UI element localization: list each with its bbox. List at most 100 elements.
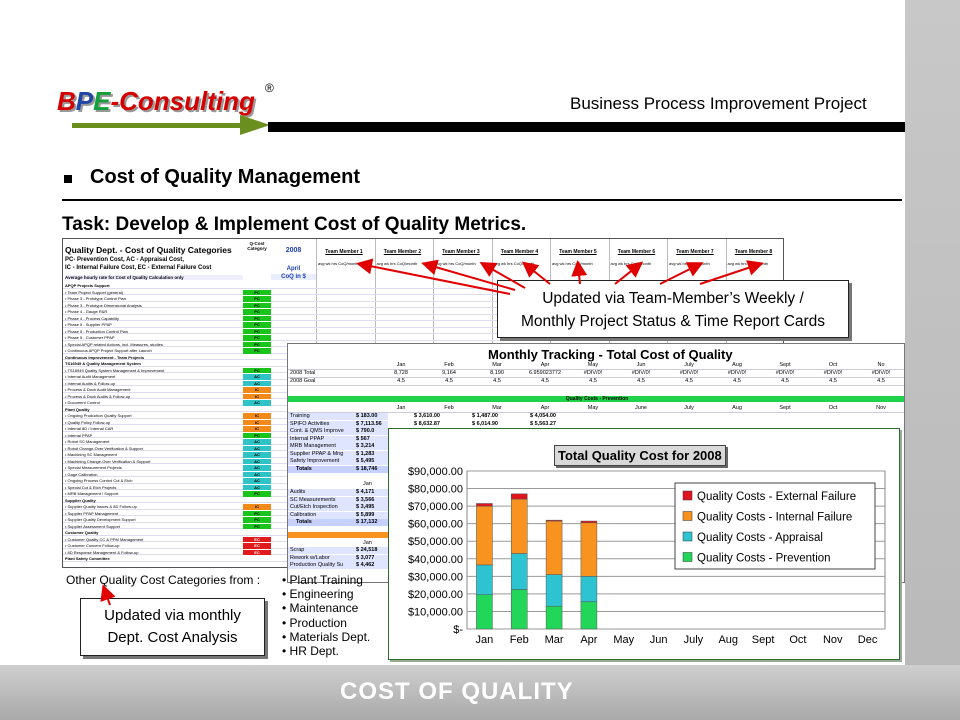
x-tick-label: Jun (650, 634, 668, 646)
sheet-row-label: Continuous Improvement - Team Projects (65, 354, 145, 360)
prevention-value: $ 7,113.56 (356, 420, 382, 427)
team-update-callout: Updated via Team-Member’s Weekly / Month… (497, 280, 849, 338)
x-tick-label: Dec (858, 634, 878, 646)
sheet-row-label: • Special APQP related Actions, incl. Me… (65, 341, 163, 347)
row-cell: 4.5 (781, 378, 789, 384)
prevention-months-row: Jan Feb Mar Apr May June July Aug Sept Oct Nov (288, 405, 904, 413)
sheet-row-label: • Phase 5 - Production Control Plan (65, 328, 128, 334)
dept-update-callout: Updated via monthly Dept. Cost Analysis (80, 598, 265, 656)
team-member-subheader: avg wk hrs CoQ/month (376, 261, 418, 266)
bullet-icon (64, 175, 72, 183)
sheet-rate-line: Average hourly rate for Cost of Quality … (65, 275, 243, 280)
team-member-header: Team Member 1 (325, 249, 363, 255)
bar-segment (580, 576, 598, 603)
row-label: 2008 Total (290, 370, 316, 376)
internal-value: $ 24,518 (356, 547, 378, 553)
quality-cost-chart: Total Quality Cost for 2008 $- $10,000.00… (388, 428, 900, 660)
row-cell: 4.5 (589, 378, 597, 384)
category-cell: EC (243, 549, 271, 556)
sheet-row-label: • Gage Calibration (65, 471, 98, 477)
category-cell: PC (243, 348, 271, 354)
team-member-header: Team Member 6 (617, 249, 656, 255)
team-member-header: Team Member 3 (442, 249, 480, 255)
sheet-row-label: • Quality Policy Follow-up (65, 419, 111, 425)
other-categories-list: • Plant Training • Engineering • Maintenan… (282, 573, 370, 658)
category-cell: PC (243, 523, 271, 530)
bar-segment (511, 498, 528, 554)
y-tick-label: $60,000.00 (408, 519, 463, 531)
category-cell: IC (243, 426, 271, 432)
x-tick-label: Apr (580, 634, 597, 646)
bar-segment (511, 553, 528, 590)
sheet-row-label: • Supplier PPAP Management (65, 510, 119, 516)
bar-segment (511, 589, 528, 630)
row-cell: Sept (779, 362, 791, 368)
appraisal-value: $ 4,171 (356, 489, 375, 495)
category-cell: EC (243, 536, 271, 543)
monthly-goal-row: 2008 Goal 4.5 4.5 4.5 4.5 4.5 4.5 4.5 4.5 4.5 4.5 4… (288, 378, 904, 386)
sheet-row-label: • Special Measurement Projects (65, 465, 122, 470)
prevention-value: $ 1,283 (356, 450, 375, 457)
category-cell: IC (243, 393, 271, 400)
registered-mark: ® (265, 81, 274, 95)
category-cell: IC (243, 419, 271, 426)
sheet-row-label: • Machining Change-Over Verification & S… (65, 458, 151, 464)
legend-label: Quality Costs - External Failure (697, 491, 856, 503)
legend-label: Quality Costs - Internal Failure (697, 512, 852, 524)
row-cell: 6.959023772 (528, 370, 562, 376)
row-cell: #DIV/0! (679, 370, 699, 376)
sheet-row-label: • Phase 4 - Gauge R&R (65, 309, 108, 314)
monthly-total-row: 2008 Total 8,728 9,164 8,190 6.959023772 #DIV… (288, 370, 904, 378)
right-decor-band (905, 0, 960, 720)
sheet-row-label: • Internal Audit Management (65, 374, 116, 379)
legend-swatch (682, 552, 693, 562)
category-cell: AC (243, 374, 271, 380)
sheet-row-label: • Supplier Assessment Support (65, 523, 120, 529)
row-cell: Aug (732, 405, 742, 411)
category-cell: PC (243, 289, 271, 296)
bar-segment (476, 505, 493, 566)
prevention-section-bar: Quality Costs - Prevention (288, 396, 904, 402)
row-cell: 8,190 (490, 370, 504, 376)
callout-bottom-line1: Updated via monthly (104, 607, 241, 624)
prevention-value: $ 790.0 (356, 428, 375, 434)
sheet-row-label: • Supplier Quality Development Support (65, 517, 136, 522)
callout-bottom-line2: Dept. Cost Analysis (107, 629, 238, 646)
y-tick-label: $80,000.00 (408, 484, 463, 496)
category-cell: IC (243, 387, 271, 393)
chart-svg: $- $10,000.00 $20,000.00 $30,000.00 $40,000.… (408, 466, 886, 646)
prevention-row-label: Internal PPAP (288, 435, 388, 443)
row-cell: Aug (732, 362, 742, 368)
row-cell: May (587, 362, 599, 368)
internal-section-bar (288, 532, 388, 538)
category-cell: PC (243, 309, 271, 315)
bar-segment (511, 493, 528, 500)
y-tick-label: $70,000.00 (408, 501, 463, 513)
sheet-row-label: • Phase 5 - Customer PPAP (65, 335, 115, 340)
bar-segment (545, 520, 563, 575)
category-cell: AC (243, 452, 271, 458)
year-cell: 2008 (285, 247, 302, 254)
sheet-legend-line2: IC - Internal Failure Cost, EC - Externa… (65, 265, 212, 271)
team-member-subheader: avg wk hrs CoQ/month (318, 261, 359, 266)
x-tick-label: Oct (789, 634, 806, 646)
row-cell: 4.5 (541, 378, 549, 384)
team-member-header: Team Member 5 (559, 249, 597, 255)
category-cell: AC (243, 478, 271, 484)
row-cell: Sept (779, 405, 791, 411)
row-cell: #DIV/0! (871, 370, 891, 376)
category-list-item: • Engineering (282, 587, 354, 602)
x-tick-label: Nov (823, 634, 843, 646)
team-member-header: Team Member 2 (383, 249, 422, 255)
row-cell: Feb (444, 405, 454, 411)
sheet-row-label: APQP Projects Support (65, 283, 110, 288)
y-tick-label: $90,000.00 (408, 466, 463, 478)
category-list-item: • Plant Training (282, 573, 363, 587)
category-cell: PC (243, 510, 271, 517)
logo: BPE-Consulting (57, 86, 255, 116)
prevention-value: $ 1,487.00 (472, 413, 498, 419)
x-tick-label: Jan (476, 634, 494, 646)
category-cell: PC (243, 322, 271, 328)
category-cell: AC (243, 439, 271, 445)
row-cell: Jun (636, 362, 646, 368)
